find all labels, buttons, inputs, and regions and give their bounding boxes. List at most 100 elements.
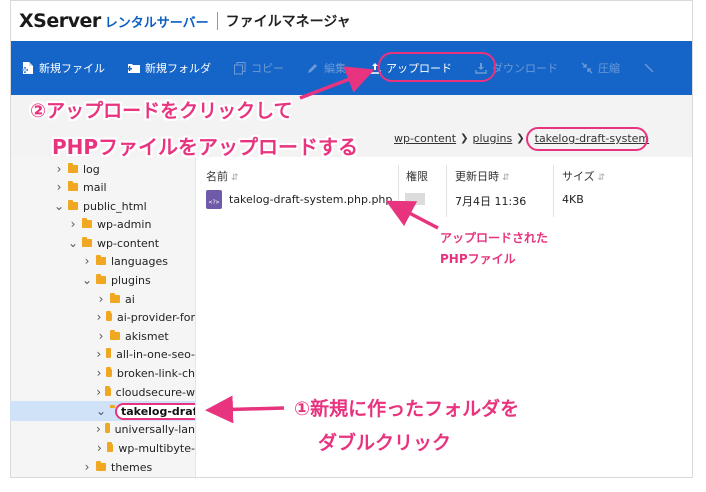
tree-item[interactable]: ⌄ takelog-draft xyxy=(96,402,195,420)
copy-label: コピー xyxy=(251,62,284,75)
tree-item[interactable]: › ai xyxy=(96,290,135,308)
new-file-label: 新規ファイル xyxy=(39,62,105,75)
tree-item[interactable]: ⌄ wp-content xyxy=(68,234,159,252)
tree-item[interactable]: › languages xyxy=(82,252,168,270)
column-size-header[interactable]: サイズ ⇵ xyxy=(562,168,605,184)
xserver-logo[interactable]: XServer xyxy=(19,10,101,32)
highlight-ring xyxy=(378,52,496,82)
chevron-right-icon[interactable]: › xyxy=(96,385,101,399)
tree-item[interactable]: › broken-link-ch xyxy=(96,364,195,382)
column-divider xyxy=(446,165,447,217)
chevron-right-icon[interactable]: › xyxy=(96,329,106,343)
folder-icon xyxy=(110,330,120,340)
highlight-ring: takelog-draft xyxy=(115,402,195,420)
copy-button[interactable]: コピー xyxy=(233,60,284,76)
brand-header: XServer レンタルサーバー ファイルマネージャ xyxy=(11,1,692,41)
tree-item[interactable]: › log xyxy=(54,160,100,178)
column-perm-label: 権限 xyxy=(406,170,428,183)
chevron-right-icon[interactable]: › xyxy=(96,292,106,306)
expand-icon xyxy=(642,61,656,75)
uploaded-annotation-line2: PHPファイル xyxy=(440,252,516,266)
app-title: ファイルマネージャ xyxy=(225,14,351,30)
toolbar: 新規ファイル 新規フォルダ コピー 編集 アップロード ダウンロード 圧縮 xyxy=(11,41,692,95)
new-file-icon xyxy=(21,61,35,75)
php-file-icon: <?> xyxy=(206,190,222,209)
chevron-right-icon[interactable]: › xyxy=(54,180,64,194)
compress-icon xyxy=(580,61,594,75)
file-name[interactable]: takelog-draft-system.php.php xyxy=(229,193,392,206)
column-name-label: 名前 xyxy=(206,170,228,183)
highlight-ring xyxy=(526,127,648,151)
edit-button[interactable]: 編集 xyxy=(306,60,346,76)
tree-item[interactable]: › mail xyxy=(54,178,107,196)
chevron-down-icon[interactable]: ⌄ xyxy=(82,273,92,287)
folder-icon xyxy=(105,348,112,358)
sort-icon: ⇵ xyxy=(502,173,510,183)
folder-icon xyxy=(96,274,106,284)
tree-item-label: all-in-one-seo- xyxy=(116,347,195,361)
chevron-right-icon[interactable]: › xyxy=(54,162,64,176)
tree-item[interactable]: ⌄ public_html xyxy=(54,197,147,215)
chevron-right-icon[interactable]: › xyxy=(96,310,102,324)
column-perm-header[interactable]: 権限 xyxy=(406,168,428,184)
folder-icon xyxy=(68,181,78,191)
new-folder-icon xyxy=(127,61,141,75)
breadcrumb-plugins[interactable]: plugins xyxy=(472,132,512,145)
tree-item[interactable]: › universally-lan xyxy=(96,420,195,438)
chevron-down-icon[interactable]: ⌄ xyxy=(96,404,106,418)
tree-item-label: cloudsecure-w xyxy=(115,385,195,399)
folder-icon xyxy=(106,442,114,452)
compress-label: 圧縮 xyxy=(598,62,620,75)
tree-item-label: ai xyxy=(125,292,135,306)
chevron-down-icon[interactable]: ⌄ xyxy=(54,199,64,213)
tree-item-label: themes xyxy=(111,460,153,474)
breadcrumb-wp-content[interactable]: wp-content xyxy=(394,132,456,145)
tree-item[interactable]: › themes xyxy=(82,458,153,476)
folder-icon xyxy=(96,461,106,471)
file-date: 7月4日 11:36 xyxy=(455,195,527,208)
tree-item[interactable]: › all-in-one-seo- xyxy=(96,345,195,363)
tree-item-label: plugins xyxy=(111,273,151,287)
step1-annotation-line1: ①新規に作ったフォルダを xyxy=(294,398,520,420)
file-size: 4KB xyxy=(562,193,584,206)
column-divider xyxy=(398,165,399,217)
more-tools-button[interactable] xyxy=(642,61,660,75)
tree-item-label: wp-multibyte- xyxy=(118,441,195,455)
new-file-button[interactable]: 新規ファイル xyxy=(21,60,105,76)
tree-item-label: wp-content xyxy=(97,236,160,250)
folder-icon xyxy=(105,386,111,396)
chevron-right-icon[interactable]: › xyxy=(68,217,78,231)
sort-icon: ⇵ xyxy=(231,173,239,183)
tree-item[interactable]: › ai-provider-for xyxy=(96,308,195,326)
chevron-right-icon[interactable]: › xyxy=(96,347,102,361)
chevron-right-icon[interactable]: › xyxy=(96,441,103,455)
chevron-right-icon[interactable]: › xyxy=(96,422,101,436)
tree-item[interactable]: › akismet xyxy=(96,327,169,345)
logo-subtitle: レンタルサーバー xyxy=(104,15,209,31)
column-date-label: 更新日時 xyxy=(455,170,499,183)
folder-icon xyxy=(105,367,112,377)
column-size-label: サイズ xyxy=(562,170,595,183)
tree-item[interactable]: › cloudsecure-w xyxy=(96,383,195,401)
new-folder-label: 新規フォルダ xyxy=(145,62,211,75)
tree-item-label: mail xyxy=(83,180,107,194)
chevron-right-icon[interactable]: › xyxy=(82,254,92,268)
chevron-right-icon[interactable]: › xyxy=(96,366,102,380)
chevron-down-icon[interactable]: ⌄ xyxy=(68,236,78,250)
column-name-header[interactable]: 名前 ⇵ xyxy=(206,168,239,184)
column-date-header[interactable]: 更新日時 ⇵ xyxy=(455,168,510,184)
chevron-right-icon[interactable]: › xyxy=(82,460,92,474)
compress-button[interactable]: 圧縮 xyxy=(580,60,620,76)
tree-item[interactable]: ⌄ plugins xyxy=(82,271,151,289)
pencil-icon xyxy=(306,61,320,75)
folder-icon xyxy=(68,200,78,210)
folder-icon xyxy=(82,218,92,228)
tree-item-label: languages xyxy=(111,254,168,268)
tree-item-label: universally-lan xyxy=(114,422,195,436)
step2-annotation-line2: PHPファイルをアップロードする xyxy=(52,135,359,159)
new-folder-button[interactable]: 新規フォルダ xyxy=(127,60,211,76)
tree-item[interactable]: › wp-multibyte- xyxy=(96,439,195,457)
folder-icon xyxy=(106,311,112,321)
tree-item-label: broken-link-ch xyxy=(116,366,195,380)
tree-item[interactable]: › wp-admin xyxy=(68,215,152,233)
